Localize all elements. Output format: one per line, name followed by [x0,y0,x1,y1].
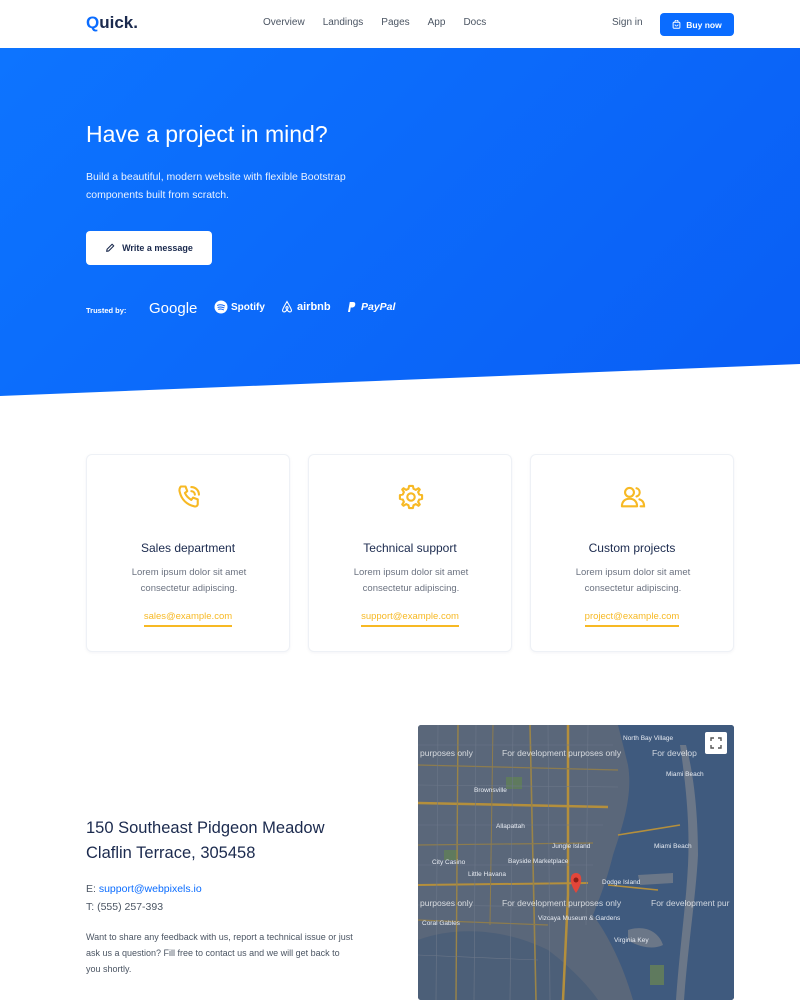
contact-details: E: support@webpixels.io T: (555) 257-393 [86,880,202,916]
airbnb-logo: airbnb [280,300,331,314]
feedback-text: Want to share any feedback with us, repo… [86,932,353,974]
nav-links: Overview Landings Pages App Docs [263,17,486,28]
fullscreen-button[interactable] [705,732,727,754]
google-logo-text: Google [149,300,198,317]
hero-section [0,48,800,396]
airbnb-logo-text: airbnb [297,301,331,313]
phone-call-icon [178,485,200,508]
sales-email-link[interactable]: sales@example.com [143,611,233,627]
dev-notice: For development pur [651,898,730,908]
card-description: Lorem ipsum dolor sit amet consectetur a… [575,567,691,594]
map-label: Allapattah [496,823,525,830]
nav-link-docs[interactable]: Docs [463,17,486,28]
map-label: Dodge Island [602,879,641,886]
dev-notice: purposes only [420,898,473,908]
shopping-bag-icon [672,20,681,29]
map-label: Little Havana [468,871,506,878]
gear-icon [398,484,424,510]
projects-card: Custom projects Lorem ipsum dolor sit am… [530,454,734,652]
paypal-logo: PayPal [344,300,395,314]
address-line-1: 150 Southeast Pidgeon Meadow [86,819,325,837]
nav-link-app[interactable]: App [428,17,446,28]
card-title: Custom projects [588,541,676,555]
spotify-logo-text: Spotify [231,301,265,313]
paypal-icon [348,302,356,312]
dev-notice: For develop [652,748,697,758]
dev-notice: For development purposes only [502,898,622,908]
map-label: Jungle Island [552,843,591,850]
logo-text: uick. [99,13,138,32]
dev-notice: For development purposes only [502,748,622,758]
buy-now-label: Buy now [686,19,722,30]
nav-link-overview[interactable]: Overview [263,17,305,28]
nav-link-landings[interactable]: Landings [323,17,364,28]
logo[interactable]: Quick. [86,13,138,33]
map-label: Miami Beach [666,771,704,778]
project-email-link[interactable]: project@example.com [584,611,680,627]
logo-initial: Q [86,13,100,32]
address-line-2: Claflin Terrace, 305458 [86,844,256,862]
card-description: Lorem ipsum dolor sit amet consectetur a… [353,567,469,594]
email-prefix: E: [86,883,99,895]
write-message-label: Write a message [122,243,193,253]
users-icon [620,486,646,508]
map-label: Bayside Marketplace [508,858,569,865]
contact-phone: T: (555) 257-393 [86,901,164,913]
hero-title: Have a project in mind? [86,121,328,147]
map-background [418,725,734,1000]
map-label: Vizcaya Museum & Gardens [538,915,621,922]
map-label: City Casino [432,859,466,866]
buy-now-button[interactable]: Buy now [660,13,734,36]
map-label: Brownsville [474,787,507,794]
map-label: Miami Beach [654,843,692,850]
card-title: Sales department [140,541,236,555]
pencil-icon [106,243,115,252]
support-card: Technical support Lorem ipsum dolor sit … [308,454,512,652]
map-label: Virginia Key [614,937,649,944]
map[interactable]: purposes only For development purposes o… [418,725,734,1000]
card-description: Lorem ipsum dolor sit amet consectetur a… [131,567,247,594]
card-title: Technical support [363,541,457,555]
sign-in-link[interactable]: Sign in [612,17,643,28]
sales-card: Sales department Lorem ipsum dolor sit a… [86,454,290,652]
hero-subtitle: Build a beautiful, modern website with f… [86,171,346,201]
google-logo: Google [149,300,197,317]
nav-link-pages[interactable]: Pages [381,17,409,28]
dev-notice: purposes only [420,748,473,758]
support-email-link[interactable]: support@example.com [361,611,459,627]
top-navbar: Quick. Overview Landings Pages App Docs … [0,0,800,48]
airbnb-icon [282,300,292,313]
address: 150 Southeast Pidgeon Meadow Claflin Ter… [86,816,325,866]
spotify-icon [214,300,228,314]
map-label: North Bay Village [623,735,674,742]
paypal-logo-text: PayPal [361,301,396,313]
contact-email-link[interactable]: support@webpixels.io [99,883,202,895]
write-message-button[interactable]: Write a message [86,231,212,265]
fullscreen-icon [710,737,722,749]
spotify-logo: Spotify [214,300,265,314]
map-label: Coral Gables [422,920,460,927]
trusted-by-label: Trusted by: [86,306,127,315]
